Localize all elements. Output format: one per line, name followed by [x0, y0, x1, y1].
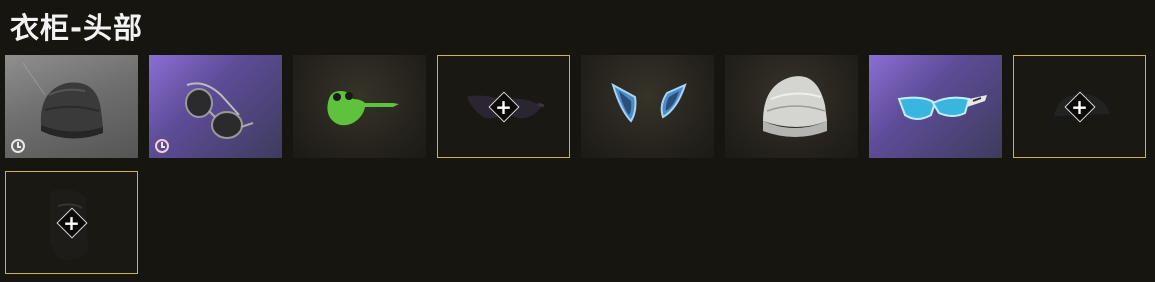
wardrobe-item-cat-ears[interactable] — [581, 55, 714, 158]
add-item-button[interactable]: + — [55, 206, 88, 239]
plus-icon: + — [495, 94, 512, 119]
wardrobe-item-aviator-sunglasses[interactable] — [149, 55, 282, 158]
wardrobe-item-cap[interactable]: + — [1013, 55, 1146, 158]
wardrobe-item-balaclava[interactable]: + — [5, 171, 138, 274]
wardrobe-item-frog-mask[interactable] — [293, 55, 426, 158]
wardrobe-item-beanie-white[interactable] — [725, 55, 858, 158]
sport-sunglasses-icon — [897, 95, 987, 120]
page-title: 衣柜-头部 — [10, 11, 144, 45]
plus-icon: + — [1071, 94, 1088, 119]
frog-mask-icon — [327, 91, 399, 126]
cat-ears-icon — [611, 82, 687, 123]
add-item-button[interactable]: + — [487, 90, 520, 123]
wardrobe-item-blue-sport-sunglasses[interactable] — [869, 55, 1002, 158]
add-item-button[interactable]: + — [1063, 90, 1096, 123]
plus-icon: + — [63, 210, 80, 235]
timed-clock-icon — [155, 139, 169, 153]
wardrobe-item-beanie-black[interactable] — [5, 55, 138, 158]
beanie-icon — [22, 62, 103, 139]
knit-beanie-icon — [763, 76, 827, 137]
aviator-sunglasses-icon — [185, 82, 254, 139]
wardrobe-item-dark-sunglasses[interactable]: + — [437, 55, 570, 158]
timed-clock-icon — [11, 139, 25, 153]
